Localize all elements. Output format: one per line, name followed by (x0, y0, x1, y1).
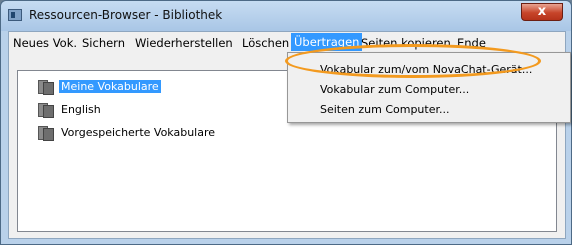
menu-item-vocab-device[interactable]: Vokabular zum/vom NovaChat-Gerät... (320, 63, 532, 76)
book-icon (38, 102, 55, 118)
menu-item-pages-computer[interactable]: Seiten zum Computer... (320, 103, 449, 116)
menu-delete[interactable]: Löschen (242, 36, 289, 50)
menu-bar: Neues Vok. Sichern Wiederherstellen Lösc… (9, 32, 565, 54)
window-title: Ressourcen-Browser - Bibliothek (29, 8, 223, 22)
menu-save[interactable]: Sichern (82, 36, 125, 50)
menu-transfer[interactable]: Übertragen (291, 33, 363, 51)
menu-restore[interactable]: Wiederherstellen (135, 36, 233, 50)
menu-copy-pages[interactable]: Seiten kopieren (361, 36, 451, 50)
menu-item-vocab-computer[interactable]: Vokabular zum Computer... (320, 83, 469, 96)
close-button[interactable]: x (521, 3, 563, 21)
list-item-label: Meine Vokabulare (59, 80, 161, 93)
list-item-label: English (61, 103, 101, 116)
list-item-label: Vorgespeicherte Vokabulare (61, 126, 216, 139)
transfer-dropdown-menu: Vokabular zum/vom NovaChat-Gerät... Voka… (287, 52, 571, 123)
app-icon (8, 9, 22, 21)
close-icon: x (537, 4, 547, 19)
book-icon (38, 125, 55, 141)
title-bar[interactable]: Ressourcen-Browser - Bibliothek x (1, 1, 571, 31)
menu-exit[interactable]: Ende (457, 36, 486, 50)
book-icon (38, 79, 55, 95)
menu-new-vocab[interactable]: Neues Vok. (13, 36, 77, 50)
resource-browser-window: Ressourcen-Browser - Bibliothek x Neues … (0, 0, 572, 245)
